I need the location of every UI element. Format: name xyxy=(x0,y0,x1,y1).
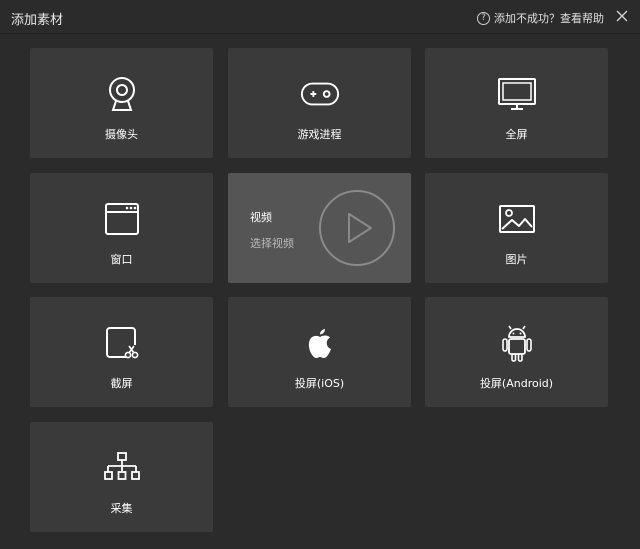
title-bar: 添加素材 ? 添加不成功？查看帮助 xyxy=(0,0,640,34)
tile-cast-ios[interactable]: 投屏(iOS) xyxy=(228,297,411,407)
select-video-link[interactable]: 选择视频 xyxy=(250,235,294,251)
tile-label: 游戏进程 xyxy=(297,128,342,141)
image-icon xyxy=(497,199,537,239)
close-icon[interactable] xyxy=(615,9,629,23)
tile-game-process[interactable]: 游戏进程 xyxy=(228,48,411,158)
monitor-icon xyxy=(497,74,537,114)
tile-label: 截屏 xyxy=(110,377,133,390)
tile-cast-android[interactable]: 投屏(Android) xyxy=(425,297,608,407)
tile-window[interactable]: 窗口 xyxy=(30,173,213,283)
tile-video[interactable]: 视频 选择视频 xyxy=(228,173,411,283)
help-icon: ? xyxy=(477,11,490,25)
tile-capture[interactable]: 采集 xyxy=(30,422,213,532)
tile-screenshot[interactable]: 截屏 xyxy=(30,297,213,407)
screenshot-icon xyxy=(102,323,142,363)
camera-icon xyxy=(102,74,142,114)
gamepad-icon xyxy=(300,74,340,114)
help-link[interactable]: ? 添加不成功？查看帮助 xyxy=(477,10,604,26)
tile-label: 全屏 xyxy=(505,128,528,141)
window-title: 添加素材 xyxy=(11,13,64,28)
tile-fullscreen[interactable]: 全屏 xyxy=(425,48,608,158)
capture-icon xyxy=(102,448,142,488)
play-icon xyxy=(319,190,395,266)
android-icon xyxy=(497,323,537,363)
tile-title: 视频 xyxy=(250,211,272,224)
tile-camera[interactable]: 摄像头 xyxy=(30,48,213,158)
tile-label: 采集 xyxy=(110,502,133,515)
tile-label: 摄像头 xyxy=(105,128,138,141)
window-icon xyxy=(102,199,142,239)
help-text: 添加不成功？查看帮助 xyxy=(494,12,604,25)
tile-label: 图片 xyxy=(505,253,528,266)
apple-icon xyxy=(300,323,340,363)
tile-label: 窗口 xyxy=(110,253,133,266)
tile-image[interactable]: 图片 xyxy=(425,173,608,283)
tile-label: 投屏(iOS) xyxy=(294,377,345,390)
tile-label: 投屏(Android) xyxy=(479,377,554,390)
